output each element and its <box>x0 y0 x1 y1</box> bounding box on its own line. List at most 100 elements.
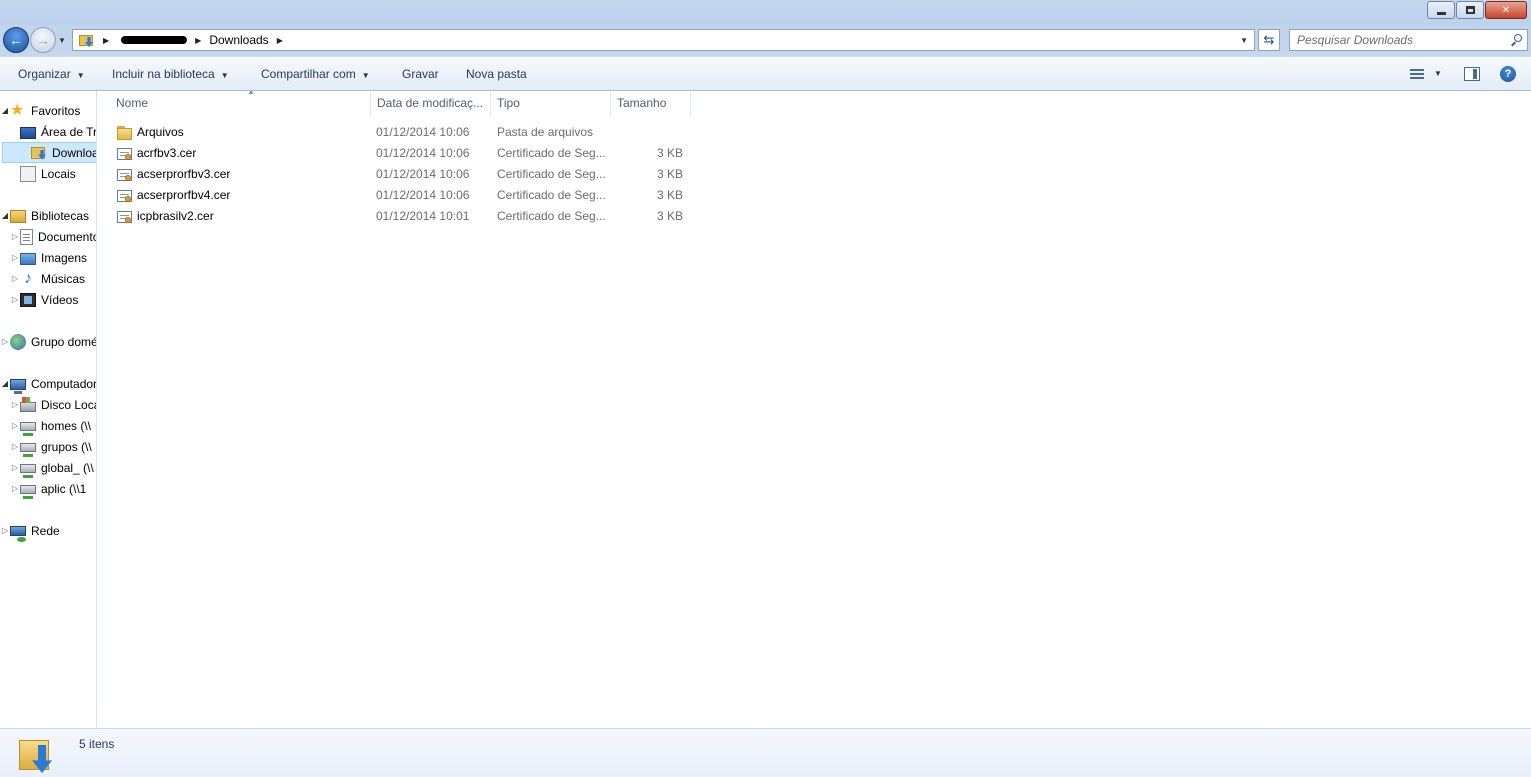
expand-triangle-icon[interactable]: ▷ <box>10 232 20 241</box>
minimize-icon <box>1436 11 1446 15</box>
expand-triangle-icon[interactable]: ▷ <box>10 253 20 262</box>
collapse-triangle-icon[interactable]: ◢ <box>0 106 10 115</box>
collapse-triangle-icon[interactable]: ◢ <box>0 211 10 220</box>
forward-arrow-icon: → <box>36 32 50 48</box>
nav-label: Favoritos <box>31 103 81 118</box>
column-header-type[interactable]: Tipo <box>491 91 611 115</box>
minimize-button[interactable] <box>1427 1 1455 19</box>
nav-global-drive[interactable]: ▷ global_ (\\ <box>0 457 96 478</box>
nav-label: homes (\\ <box>41 418 92 433</box>
column-label: Tipo <box>497 96 520 110</box>
navigation-pane: ◢ ★ Favoritos Área de Tr Downloads Locai… <box>0 91 97 728</box>
file-name: Arquivos <box>137 125 184 139</box>
column-header-name[interactable]: Nome ▲ <box>110 91 371 115</box>
nav-videos[interactable]: ▷ Vídeos <box>0 289 96 310</box>
nav-downloads[interactable]: Downloads <box>2 142 96 163</box>
item-count: 5 itens <box>79 737 115 751</box>
certificate-icon <box>117 167 133 183</box>
nav-homegroup[interactable]: ▷ Grupo doméstico <box>0 331 96 352</box>
breadcrumb-chevron-icon[interactable]: ▶ <box>277 36 283 45</box>
nav-label: Disco Local <box>41 397 97 412</box>
expand-triangle-icon[interactable]: ▷ <box>10 400 20 409</box>
address-bar[interactable]: ▶ ▶ Downloads ▶ ▼ <box>72 29 1255 51</box>
nav-network[interactable]: ▷ Rede <box>0 520 96 542</box>
local-disk-icon <box>20 396 36 412</box>
search-box[interactable] <box>1289 29 1528 51</box>
address-history-dropdown[interactable]: ▼ <box>1240 36 1248 45</box>
command-bar: Organizar ▼ Incluir na biblioteca ▼ Compar… <box>0 57 1531 91</box>
column-header-date[interactable]: Data de modificaç... <box>371 91 491 115</box>
restore-icon <box>1465 6 1475 14</box>
nav-images[interactable]: ▷ Imagens <box>0 247 96 268</box>
forward-button[interactable]: → <box>30 27 56 53</box>
details-pane: 5 itens <box>0 728 1531 777</box>
expand-triangle-icon[interactable]: ▷ <box>0 337 10 346</box>
new-folder-button[interactable]: Nova pasta <box>466 67 527 81</box>
view-options-dropdown[interactable]: ▼ <box>1434 69 1442 78</box>
window-controls: ✕ <box>1426 1 1527 19</box>
expand-triangle-icon[interactable]: ▷ <box>10 463 20 472</box>
file-row[interactable]: acrfbv3.cer 01/12/2014 10:06 Certificado… <box>98 143 698 164</box>
nav-documents[interactable]: ▷ Documentos <box>0 226 96 247</box>
nav-favorites[interactable]: ◢ ★ Favoritos <box>0 100 96 121</box>
nav-label: Downloads <box>52 145 96 160</box>
computer-icon <box>10 378 26 394</box>
recent-pages-dropdown[interactable]: ▼ <box>58 36 66 45</box>
refresh-button[interactable]: ⇆ <box>1258 29 1280 51</box>
expand-triangle-icon[interactable]: ▷ <box>10 295 20 304</box>
nav-grupos-drive[interactable]: ▷ grupos (\\ <box>0 436 96 457</box>
help-icon[interactable]: ? <box>1500 66 1516 82</box>
share-with-menu[interactable]: Compartilhar com ▼ <box>261 67 370 81</box>
nav-homes-drive[interactable]: ▷ homes (\\ <box>0 415 96 436</box>
file-row[interactable]: acserprorfbv3.cer 01/12/2014 10:06 Certi… <box>98 164 698 185</box>
column-header-size[interactable]: Tamanho <box>611 91 691 115</box>
maximize-button[interactable] <box>1456 1 1484 19</box>
search-icon[interactable] <box>1510 34 1522 47</box>
organize-menu[interactable]: Organizar ▼ <box>18 67 85 81</box>
breadcrumb-redacted-user[interactable] <box>121 36 188 44</box>
nav-label: Documentos <box>38 229 96 244</box>
search-input[interactable] <box>1290 30 1500 50</box>
column-label: Nome <box>116 96 149 110</box>
expand-triangle-icon[interactable]: ▷ <box>10 421 20 430</box>
nav-computer[interactable]: ◢ Computador <box>0 373 97 394</box>
libraries-icon <box>10 210 26 223</box>
back-arrow-icon: ← <box>9 32 23 48</box>
desktop-icon <box>20 126 36 139</box>
nav-aplic-drive[interactable]: ▷ aplic (\\1 <box>0 478 96 499</box>
file-row[interactable]: icpbrasilv2.cer 01/12/2014 10:01 Certifi… <box>98 206 698 227</box>
breadcrumb-current-folder[interactable]: Downloads <box>209 33 268 47</box>
file-size: 3 KB <box>656 146 683 160</box>
music-note-icon: ♪ <box>24 269 32 287</box>
expand-triangle-icon[interactable]: ▷ <box>10 442 20 451</box>
back-button[interactable]: ← <box>3 27 29 53</box>
certificate-icon <box>117 146 133 162</box>
file-row[interactable]: Arquivos 01/12/2014 10:06 Pasta de arqui… <box>98 122 698 143</box>
nav-label: Área de Tr <box>41 124 97 139</box>
file-size <box>618 122 683 143</box>
certificate-icon <box>117 188 133 204</box>
star-icon: ★ <box>10 101 25 119</box>
nav-local-disk[interactable]: ▷ Disco Local <box>0 394 97 415</box>
close-button[interactable]: ✕ <box>1485 1 1527 19</box>
change-view-icon[interactable] <box>1410 69 1424 80</box>
expand-triangle-icon[interactable]: ▷ <box>10 274 20 283</box>
nav-music[interactable]: ▷ ♪ Músicas <box>0 268 96 289</box>
nav-libraries[interactable]: ◢ Bibliotecas <box>0 205 96 226</box>
nav-places[interactable]: Locais <box>0 163 96 184</box>
preview-pane-icon[interactable] <box>1464 67 1480 81</box>
file-name: icpbrasilv2.cer <box>137 209 214 223</box>
chevron-down-icon: ▼ <box>220 71 229 80</box>
nav-label: aplic (\\1 <box>41 481 87 496</box>
burn-button[interactable]: Gravar <box>402 67 439 81</box>
expand-triangle-icon[interactable]: ▷ <box>0 526 10 535</box>
expand-triangle-icon[interactable]: ▷ <box>10 484 20 493</box>
breadcrumb-chevron-icon[interactable]: ▶ <box>103 36 109 45</box>
nav-desktop[interactable]: Área de Tr <box>0 121 97 142</box>
include-in-library-menu[interactable]: Incluir na biblioteca ▼ <box>112 67 229 81</box>
nav-label: Computador <box>31 376 97 391</box>
file-row[interactable]: acserprorfbv4.cer 01/12/2014 10:06 Certi… <box>98 185 698 206</box>
collapse-triangle-icon[interactable]: ◢ <box>0 379 10 388</box>
file-type: Certificado de Seg... <box>497 146 606 160</box>
breadcrumb-chevron-icon[interactable]: ▶ <box>195 36 201 45</box>
